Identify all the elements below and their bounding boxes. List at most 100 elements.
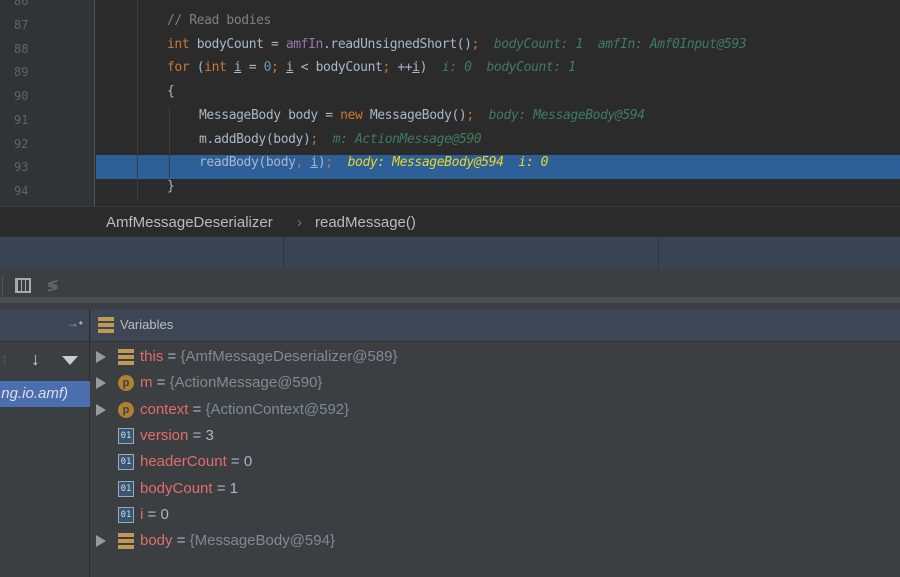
equals: = bbox=[152, 374, 170, 391]
code-line-93-current[interactable]: readBody(body, i); body: MessageBody@594… bbox=[96, 155, 900, 179]
variable-name: m bbox=[140, 374, 153, 391]
code-line-91[interactable]: MessageBody body = new MessageBody(); bo… bbox=[96, 108, 900, 132]
filter-icon[interactable] bbox=[62, 356, 78, 365]
keyword: new bbox=[340, 108, 363, 123]
variable-name: this bbox=[140, 348, 164, 365]
breadcrumb-method[interactable]: readMessage() bbox=[315, 207, 416, 238]
primitive-icon: 01 bbox=[118, 454, 134, 470]
variable-name: context bbox=[140, 401, 189, 418]
line-number: 93 bbox=[14, 160, 29, 174]
breadcrumb-separator: › bbox=[297, 214, 302, 231]
divider bbox=[2, 276, 3, 296]
divider bbox=[283, 237, 284, 269]
code-line-90[interactable]: { bbox=[96, 84, 900, 108]
inline-debug-value: bodyCount: 1 amfIn: Amf0Input@593 bbox=[493, 37, 747, 52]
code-line-87[interactable]: // Read bodies bbox=[96, 13, 900, 37]
equals: = bbox=[226, 453, 244, 470]
pin-icon[interactable]: →• bbox=[67, 316, 83, 330]
equals: = bbox=[188, 401, 206, 418]
debug-tabs-bar bbox=[0, 237, 900, 269]
expand-arrow-icon[interactable] bbox=[96, 404, 106, 416]
code-text: < bodyCount bbox=[293, 60, 383, 75]
variable-value: {ActionMessage@590} bbox=[169, 374, 323, 391]
indent-guide bbox=[169, 106, 170, 178]
equals: = bbox=[172, 532, 190, 549]
variable-value: {AmfMessageDeserializer@589} bbox=[180, 348, 398, 365]
up-arrow-icon[interactable]: ↑ bbox=[0, 349, 9, 370]
primitive-icon: 01 bbox=[118, 481, 134, 497]
field-ref: amfIn bbox=[285, 37, 324, 52]
expand-arrow-icon[interactable] bbox=[96, 535, 106, 547]
divider bbox=[658, 237, 659, 269]
semicolon: ; bbox=[325, 155, 333, 170]
variable-name: body bbox=[140, 532, 173, 549]
code-text: { bbox=[167, 84, 175, 99]
semicolon: ; bbox=[471, 37, 480, 52]
keyword: int bbox=[204, 60, 227, 75]
variables-header: Variables bbox=[91, 309, 900, 342]
line-number: 89 bbox=[14, 65, 29, 79]
line-number: 94 bbox=[14, 184, 29, 198]
evaluate-expression-icon[interactable] bbox=[15, 278, 31, 293]
inline-debug-value: m: ActionMessage@590 bbox=[332, 132, 482, 147]
variable-ref: i bbox=[412, 60, 420, 75]
primitive-icon: 01 bbox=[118, 507, 134, 523]
semicolon: ; bbox=[466, 108, 474, 123]
semicolon: ; bbox=[310, 132, 318, 147]
breadcrumb: AmfMessageDeserializer › readMessage() bbox=[0, 206, 900, 237]
selected-frame[interactable]: ng.io.amf) bbox=[0, 381, 90, 407]
equals: = bbox=[212, 480, 230, 497]
down-arrow-icon[interactable]: ↓ bbox=[31, 349, 40, 370]
indent-guide bbox=[137, 0, 138, 200]
code-text: ) bbox=[419, 60, 428, 75]
variable-value: {ActionContext@592} bbox=[205, 401, 350, 418]
primitive-icon: 01 bbox=[118, 428, 134, 444]
keyword: for bbox=[167, 60, 190, 75]
line-number: 92 bbox=[14, 137, 29, 151]
semicolon: ; bbox=[382, 60, 390, 75]
line-number: 91 bbox=[14, 113, 29, 127]
code-editor[interactable]: 86 87 88 89 90 91 92 93 94 // Read bodie… bbox=[0, 0, 900, 206]
inline-debug-value: body: MessageBody@594 i: 0 bbox=[347, 155, 549, 170]
variables-panel: Variables this = {AmfMessageDeserializer… bbox=[91, 309, 900, 577]
expand-arrow-icon[interactable] bbox=[96, 377, 106, 389]
equals: = bbox=[143, 506, 161, 523]
debug-toolbar: ≶ bbox=[0, 269, 900, 303]
expand-arrow-icon[interactable] bbox=[96, 351, 106, 363]
variable-ref: i bbox=[310, 155, 318, 170]
code-line-88[interactable]: int bodyCount = amfIn.readUnsignedShort(… bbox=[96, 37, 900, 61]
variable-value: {MessageBody@594} bbox=[189, 532, 335, 549]
variable-name: version bbox=[140, 427, 189, 444]
inline-debug-value: i: 0 bodyCount: 1 bbox=[441, 60, 576, 75]
line-gutter[interactable]: 86 87 88 89 90 91 92 93 94 bbox=[0, 0, 95, 206]
parameter-icon: p bbox=[118, 375, 134, 391]
trace-icon[interactable]: ≶ bbox=[47, 277, 59, 294]
object-icon bbox=[118, 349, 134, 365]
variable-name: bodyCount bbox=[140, 480, 213, 497]
equals: = bbox=[188, 427, 206, 444]
frames-panel: →• ↑ ↓ ng.io.amf) bbox=[0, 309, 90, 577]
variable-name: headerCount bbox=[140, 453, 227, 470]
variables-title: Variables bbox=[120, 317, 174, 332]
code-text: MessageBody body = bbox=[199, 108, 341, 123]
object-icon bbox=[118, 533, 134, 549]
variable-value: 3 bbox=[205, 427, 214, 444]
comma: , bbox=[295, 155, 304, 170]
code-text: bodyCount = bbox=[189, 37, 286, 52]
comment: // Read bodies bbox=[167, 13, 271, 28]
code-text: ++ bbox=[389, 60, 413, 75]
frames-header: →• bbox=[0, 309, 89, 342]
inline-debug-value: body: MessageBody@594 bbox=[488, 108, 645, 123]
line-number: 87 bbox=[14, 18, 29, 32]
code-text: MessageBody() bbox=[362, 108, 467, 123]
code-line-94[interactable]: } bbox=[96, 179, 900, 203]
code-text: readBody(body bbox=[199, 155, 296, 170]
code-text: .readUnsignedShort() bbox=[322, 37, 472, 52]
code-line-89[interactable]: for (int i = 0; i < bodyCount; ++i) i: 0… bbox=[96, 60, 900, 84]
code-line-92[interactable]: m.addBody(body); m: ActionMessage@590 bbox=[96, 132, 900, 156]
variable-value: 1 bbox=[229, 480, 239, 497]
line-number: 86 bbox=[14, 0, 29, 8]
breadcrumb-class[interactable]: AmfMessageDeserializer bbox=[106, 207, 273, 238]
variable-value: 0 bbox=[243, 453, 253, 470]
